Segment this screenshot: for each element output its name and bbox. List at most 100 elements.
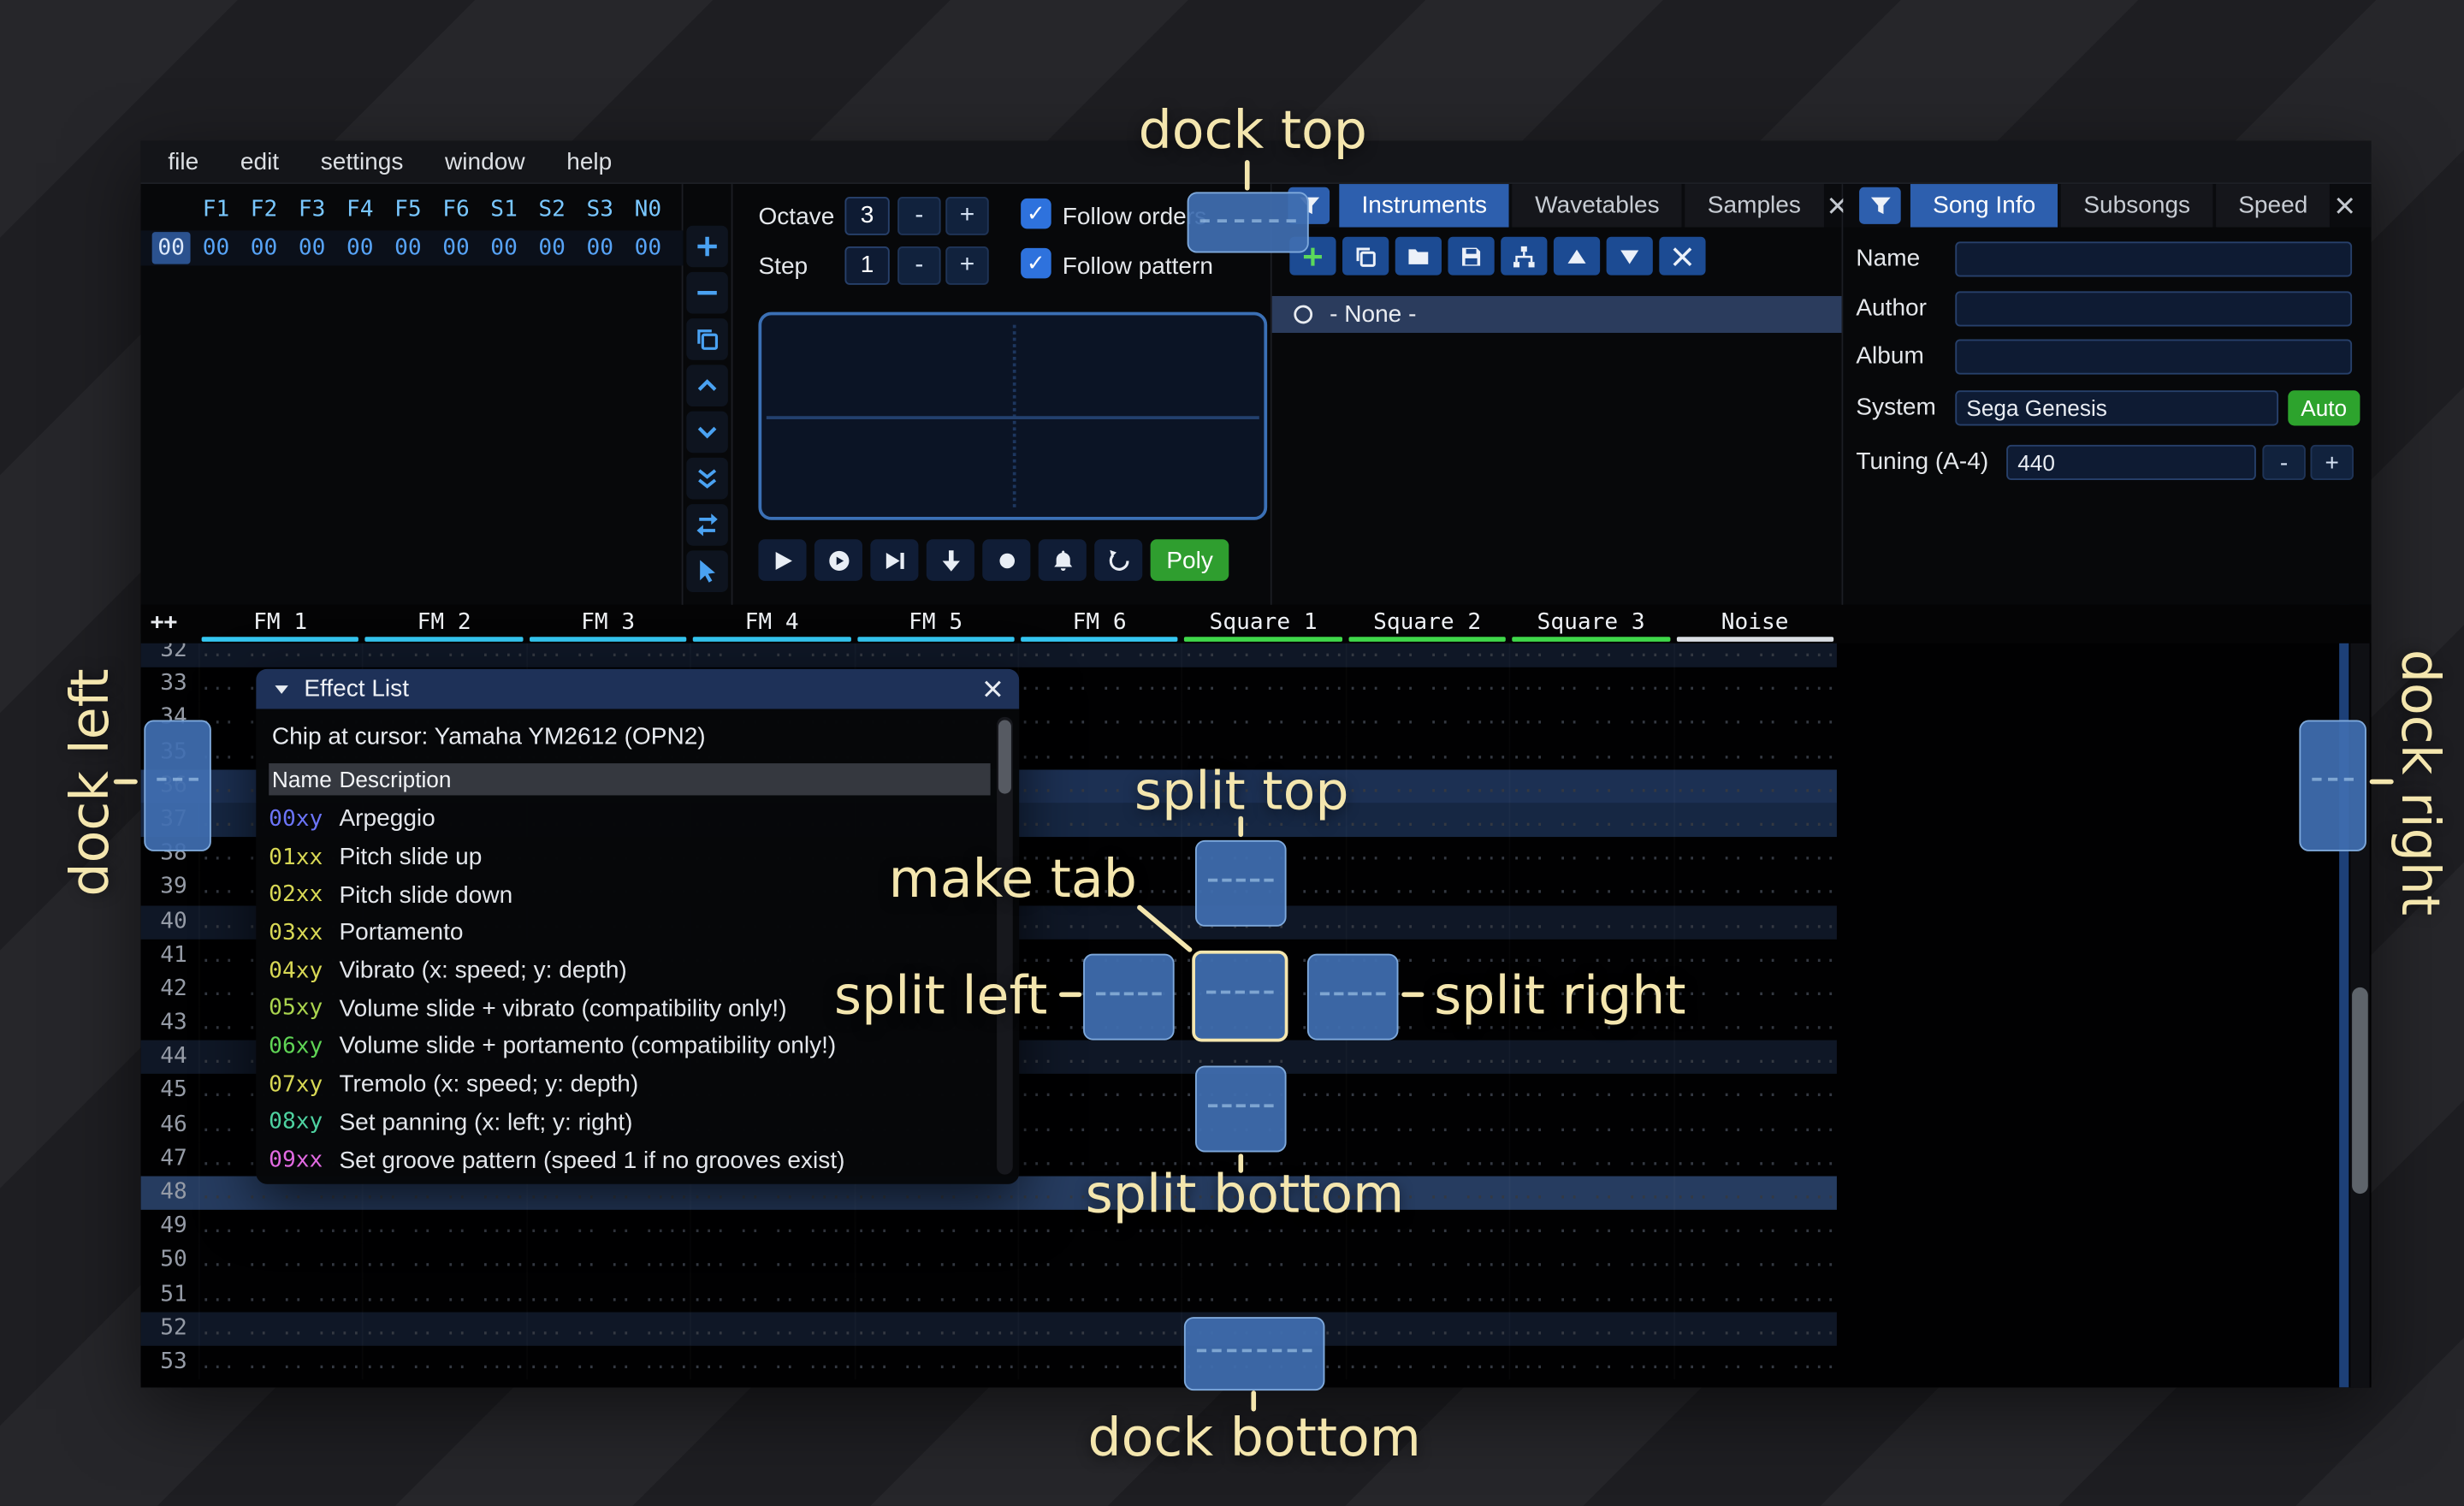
pattern-cell[interactable]: ... .. .. .... [1345,837,1508,871]
menu-help[interactable]: help [546,148,633,175]
pattern-cell[interactable]: ... .. .. .... [1345,1244,1508,1278]
effect-row[interactable]: 03xxPortamento [269,914,990,952]
pattern-cell[interactable]: ... .. .. .... [1673,1108,1836,1142]
pattern-cell[interactable]: ... .. .. .... [1509,667,1673,702]
pattern-cell[interactable]: ... .. .. .... [1182,667,1345,702]
tab-samples[interactable]: Samples [1685,184,1824,227]
menu-file[interactable]: file [147,148,220,175]
pattern-cell[interactable]: ... .. .. .... [1509,871,1673,905]
pattern-cell[interactable]: ... .. .. .... [1673,905,1836,940]
play-button[interactable] [758,539,806,581]
order-cell[interactable]: 00 [384,230,432,265]
menu-edit[interactable]: edit [220,148,300,175]
pattern-cell[interactable]: ... .. .. .... [1673,1278,1836,1312]
arrow-down-button[interactable] [927,539,974,581]
step-decrease-button[interactable]: - [897,246,940,285]
effect-table-header[interactable]: Name Description [269,763,990,795]
chevrons-down-button[interactable] [686,458,728,500]
tab-instruments[interactable]: Instruments [1339,184,1509,227]
pattern-cell[interactable]: ... .. .. .... [854,1210,1017,1244]
effect-list-scrollbar[interactable] [997,717,1013,1175]
tab-speed[interactable]: Speed [2216,184,2330,227]
pattern-cell[interactable]: ... .. .. .... [1509,1210,1673,1244]
step-increase-button[interactable]: + [945,246,988,285]
pattern-cell[interactable]: ... .. .. .... [1509,1142,1673,1177]
song-filter-button[interactable] [1859,187,1901,224]
pattern-cell[interactable]: ... .. .. .... [526,1346,690,1380]
pattern-cell[interactable]: ... .. .. .... [526,1210,690,1244]
pattern-cell[interactable]: ... .. .. .... [1673,837,1836,871]
pattern-cell[interactable]: ... .. .. .... [1509,702,1673,736]
step-value[interactable]: 1 [844,246,889,285]
minus-button[interactable] [686,272,728,314]
pattern-cell[interactable]: ... .. .. .... [1673,702,1836,736]
order-cell[interactable]: 00 [432,230,480,265]
dock-left-target[interactable] [144,720,211,851]
pattern-cell[interactable]: ... .. .. .... [1182,1244,1345,1278]
tuning-decrease-button[interactable]: - [2262,445,2305,480]
pattern-cell[interactable]: ... .. .. .... [1017,1108,1181,1142]
follow-pattern-checkbox[interactable]: ✓ [1021,248,1051,279]
make-tab-target[interactable] [1192,951,1288,1042]
pattern-cell[interactable]: ... .. .. .... [1673,1244,1836,1278]
pattern-cell[interactable]: ... .. .. .... [1509,905,1673,940]
pattern-cell[interactable]: ... .. .. .... [1345,702,1508,736]
pattern-cell[interactable]: ... .. .. .... [198,1210,362,1244]
auto-button[interactable]: Auto [2288,390,2360,425]
pattern-cell[interactable]: ... .. .. .... [854,1278,1017,1312]
copy-button[interactable] [1342,237,1389,276]
effect-row[interactable]: 07xyTremolo (x: speed; y: depth) [269,1065,990,1103]
effect-list-titlebar[interactable]: Effect List [256,669,1019,709]
channel-header[interactable]: FM 2 [362,605,525,643]
pattern-cell[interactable]: ... .. .. .... [1345,1278,1508,1312]
pattern-cell[interactable]: ... .. .. .... [1673,939,1836,973]
pattern-cell[interactable]: ... .. .. .... [1509,1177,1673,1211]
dock-bottom-target[interactable] [1184,1317,1325,1390]
effect-row[interactable]: 02xxPitch slide down [269,876,990,914]
pattern-cell[interactable]: ... .. .. .... [198,1244,362,1278]
pattern-cell[interactable]: ... .. .. .... [1509,803,1673,838]
pattern-cell[interactable]: ... .. .. .... [690,1278,853,1312]
pattern-corner[interactable]: ++ [151,610,178,636]
pattern-cell[interactable]: ... .. .. .... [1509,769,1673,803]
effect-row[interactable]: 01xxPitch slide up [269,838,990,875]
octave-value[interactable]: 3 [844,197,889,235]
collapse-icon[interactable] [272,679,291,698]
effect-row[interactable]: 06xyVolume slide + portamento (compatibi… [269,1028,990,1065]
tab-song-info[interactable]: Song Info [1910,184,2058,227]
pattern-scrollbar-thumb[interactable] [2352,987,2368,1194]
pattern-cell[interactable]: ... .. .. .... [1673,871,1836,905]
split-left-target[interactable] [1083,954,1175,1041]
follow-orders-checkbox[interactable]: ✓ [1021,199,1051,229]
tab-wavetables[interactable]: Wavetables [1513,184,1682,227]
pattern-cell[interactable]: ... .. .. .... [1017,1312,1181,1346]
pattern-cell[interactable]: ... .. .. .... [1509,1346,1673,1380]
song-info-close-button[interactable] [2335,195,2355,216]
pattern-cell[interactable]: ... .. .. .... [690,1244,853,1278]
channel-header[interactable]: FM 5 [854,605,1017,643]
swap-button[interactable] [686,504,728,546]
pattern-cell[interactable]: ... .. .. .... [1509,1278,1673,1312]
order-cell[interactable]: 00 [528,230,576,265]
pattern-cell[interactable]: ... .. .. .... [526,1244,690,1278]
pattern-cell[interactable]: ... .. .. .... [854,1346,1017,1380]
pattern-cell[interactable]: ... .. .. .... [1673,1346,1836,1380]
bell-button[interactable] [1039,539,1087,581]
pattern-cell[interactable]: ... .. .. .... [1673,1177,1836,1211]
pattern-cell[interactable]: ... .. .. .... [1017,1075,1181,1109]
pattern-cell[interactable]: ... .. .. .... [362,1210,525,1244]
pattern-cell[interactable]: ... .. .. .... [1673,735,1836,769]
pattern-cell[interactable]: ... .. .. .... [1673,1312,1836,1346]
effect-list-close-button[interactable] [982,679,1003,699]
pattern-cell[interactable]: ... .. .. .... [1345,667,1508,702]
menu-window[interactable]: window [424,148,546,175]
pattern-cell[interactable]: ... .. .. .... [1345,769,1508,803]
record-button[interactable] [982,539,1030,581]
pattern-cell[interactable]: ... .. .. .... [1673,1075,1836,1109]
copy-button[interactable] [686,318,728,360]
octave-increase-button[interactable]: + [945,197,988,235]
effect-row[interactable]: 08xySet panning (x: left; y: right) [269,1103,990,1141]
pattern-cell[interactable]: ... .. .. .... [1673,769,1836,803]
menu-settings[interactable]: settings [299,148,424,175]
name-input[interactable] [1955,241,2352,276]
